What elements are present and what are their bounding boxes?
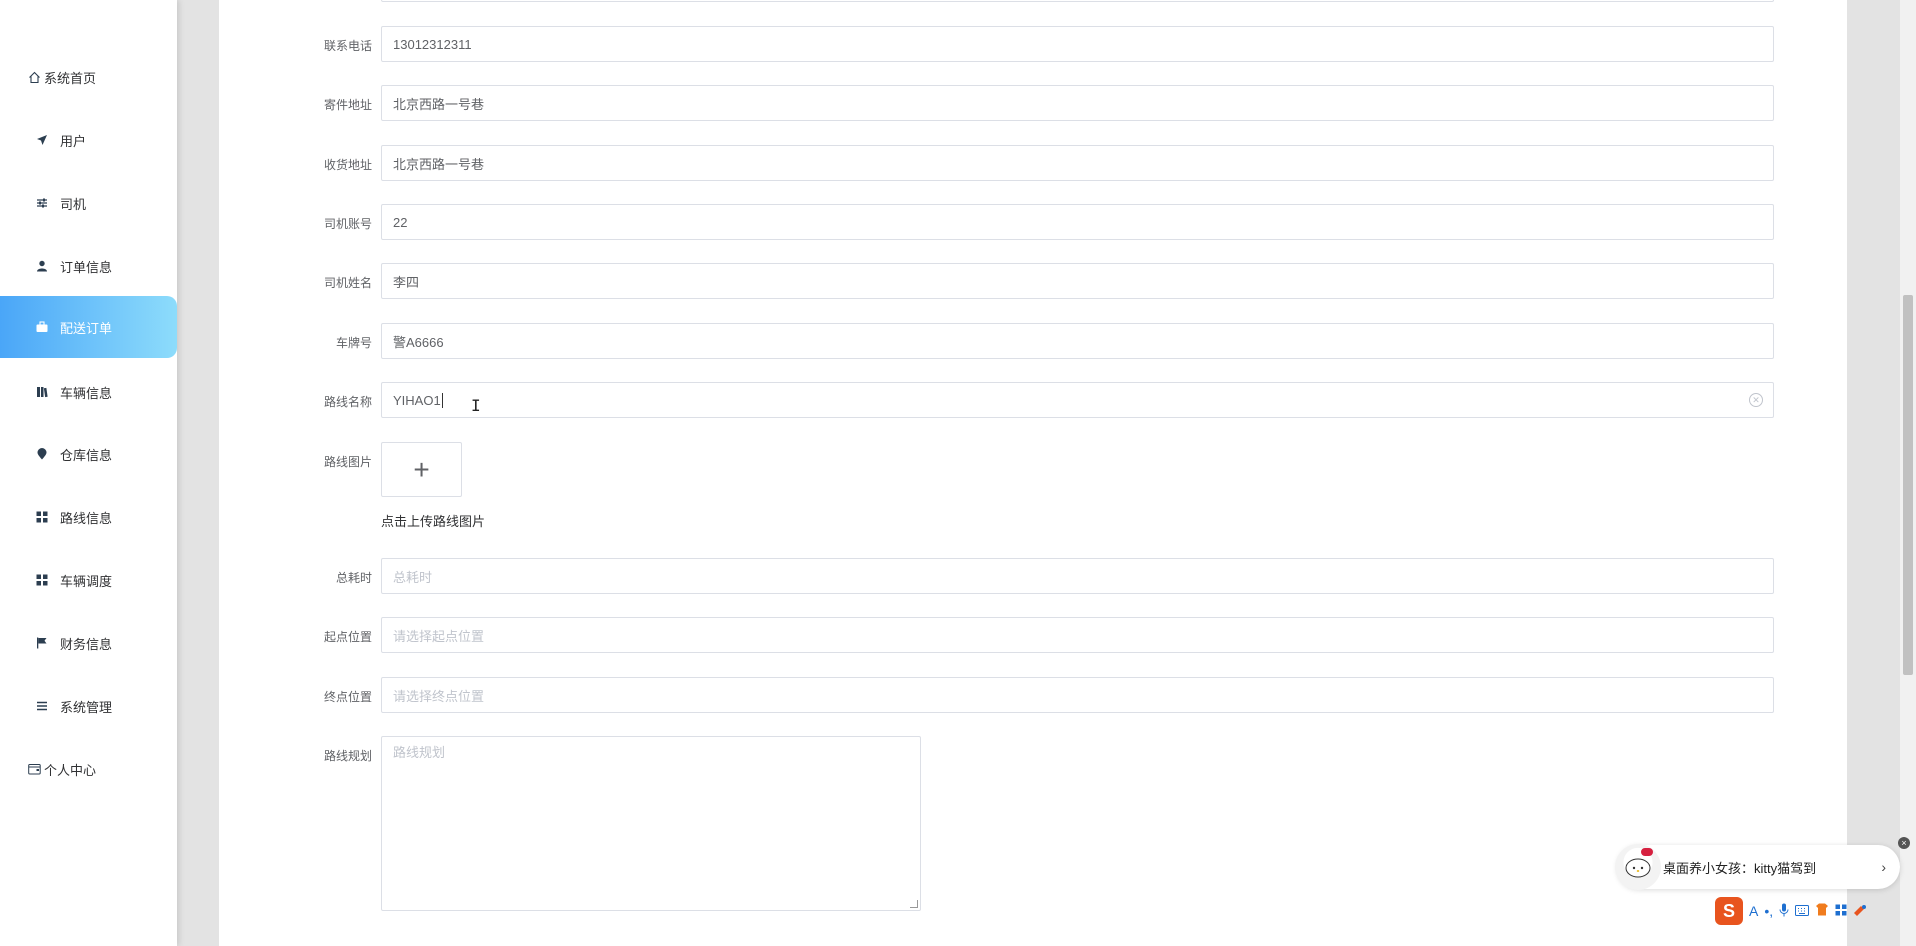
text-cursor-icon: I xyxy=(471,396,481,415)
route-image-label: 路线图片 xyxy=(323,455,372,469)
start-select[interactable]: 请选择起点位置 xyxy=(381,617,1774,653)
route-name-label: 路线名称 xyxy=(323,395,372,409)
sidebar-item-label: 财务信息 xyxy=(60,636,113,652)
sidebar-item-label: 司机 xyxy=(60,196,87,212)
wallet-icon xyxy=(27,762,41,776)
tools-icon[interactable] xyxy=(1853,903,1867,919)
plate-label: 车牌号 xyxy=(335,336,372,350)
popup-text: 桌面养小女孩：kitty猫驾到 xyxy=(1663,860,1817,876)
flag-icon xyxy=(35,636,49,650)
sidebar-item-label: 系统首页 xyxy=(44,70,97,86)
sidebar-item-label: 仓库信息 xyxy=(60,447,113,463)
ime-toolbar: S A •, xyxy=(1715,896,1900,926)
sidebar-item-label: 车辆信息 xyxy=(60,385,113,401)
grid-icon xyxy=(35,573,49,587)
punctuation-icon[interactable]: •, xyxy=(1764,903,1773,919)
sidebar-item-drivers[interactable]: 司机 xyxy=(0,172,177,234)
sidebar-item-home[interactable]: 系统首页 xyxy=(0,46,177,108)
map-pin-icon xyxy=(35,447,49,461)
total-time-label: 总耗时 xyxy=(335,571,372,585)
send-address-label: 寄件地址 xyxy=(323,98,372,112)
sidebar-item-label: 路线信息 xyxy=(60,510,113,526)
popup-ad[interactable]: 桌面养小女孩：kitty猫驾到 › xyxy=(1615,844,1900,890)
end-select[interactable]: 请选择终点位置 xyxy=(381,677,1774,713)
microphone-icon[interactable] xyxy=(1779,903,1789,920)
sidebar-item-system[interactable]: 系统管理 xyxy=(0,675,177,737)
kitty-avatar-icon xyxy=(1615,844,1661,890)
sidebar-item-orders[interactable]: 订单信息 xyxy=(0,235,177,297)
send-address-input[interactable]: 北京西路一号巷 xyxy=(381,85,1774,121)
letter-a-icon[interactable]: A xyxy=(1749,903,1758,919)
receive-address-input[interactable]: 北京西路一号巷 xyxy=(381,145,1774,181)
resize-handle[interactable] xyxy=(910,900,918,908)
previous-field[interactable] xyxy=(381,0,1774,2)
sidebar-item-routes[interactable]: 路线信息 xyxy=(0,486,177,548)
phone-input[interactable]: 13012312311 xyxy=(381,26,1774,62)
sidebar-item-users[interactable]: 用户 xyxy=(0,109,177,171)
keyboard-icon[interactable] xyxy=(1795,903,1810,919)
receive-address-label: 收货地址 xyxy=(323,158,372,172)
plate-input[interactable]: 警A6666 xyxy=(381,323,1774,359)
close-icon[interactable]: × xyxy=(1898,837,1910,849)
total-time-input[interactable]: 总耗时 xyxy=(381,558,1774,594)
sidebar-item-label: 系统管理 xyxy=(60,699,113,715)
sidebar-item-warehouses[interactable]: 仓库信息 xyxy=(0,423,177,485)
book-icon xyxy=(35,385,49,399)
sidebar-item-finance[interactable]: 财务信息 xyxy=(0,612,177,674)
sidebar: 系统首页 用户 司机 订单信息 配送订单 车辆信息 仓库信息 路线信息 车辆调度… xyxy=(0,0,177,946)
upload-hint: 点击上传路线图片 xyxy=(381,514,486,529)
text-caret xyxy=(441,392,443,408)
sidebar-item-label: 配送订单 xyxy=(60,320,113,336)
upload-button[interactable]: + xyxy=(381,442,462,497)
sidebar-item-label: 用户 xyxy=(60,133,87,149)
driver-account-input[interactable]: 22 xyxy=(381,204,1774,240)
grid-icon xyxy=(35,510,49,524)
sidebar-item-label: 个人中心 xyxy=(44,762,97,778)
sidebar-item-vehicles[interactable]: 车辆信息 xyxy=(0,361,177,423)
briefcase-icon xyxy=(35,320,49,334)
grid-menu-icon[interactable] xyxy=(1835,903,1847,919)
user-icon xyxy=(35,259,49,273)
list-icon xyxy=(35,699,49,713)
start-label: 起点位置 xyxy=(323,630,372,644)
sidebar-item-label: 订单信息 xyxy=(60,259,113,275)
plan-placeholder: 路线规划 xyxy=(393,745,446,760)
chevron-right-icon[interactable]: › xyxy=(1881,859,1886,875)
end-label: 终点位置 xyxy=(323,690,372,704)
bow-icon xyxy=(1641,848,1653,856)
plan-label: 路线规划 xyxy=(323,749,372,763)
sogou-logo-icon[interactable]: S xyxy=(1715,897,1743,925)
sidebar-item-profile[interactable]: 个人中心 xyxy=(0,738,177,800)
route-name-input[interactable]: YIHAO1 ✕ xyxy=(381,382,1774,418)
driver-name-label: 司机姓名 xyxy=(323,276,372,290)
plus-icon: + xyxy=(413,453,430,485)
route-name-value: YIHAO1 xyxy=(393,392,441,408)
sidebar-item-delivery-orders[interactable]: 配送订单 xyxy=(0,296,177,358)
sidebar-item-dispatch[interactable]: 车辆调度 xyxy=(0,549,177,611)
paper-plane-icon xyxy=(35,133,49,147)
skin-icon[interactable] xyxy=(1815,903,1829,919)
phone-label: 联系电话 xyxy=(323,39,372,53)
scrollbar-thumb[interactable] xyxy=(1903,295,1913,675)
driver-name-input[interactable]: 李四 xyxy=(381,263,1774,299)
sliders-icon xyxy=(35,196,49,210)
clear-icon[interactable]: ✕ xyxy=(1749,393,1763,407)
sidebar-item-label: 车辆调度 xyxy=(60,573,113,589)
home-icon xyxy=(27,70,41,84)
driver-account-label: 司机账号 xyxy=(323,217,372,231)
plan-textarea[interactable]: 路线规划 xyxy=(381,736,921,911)
